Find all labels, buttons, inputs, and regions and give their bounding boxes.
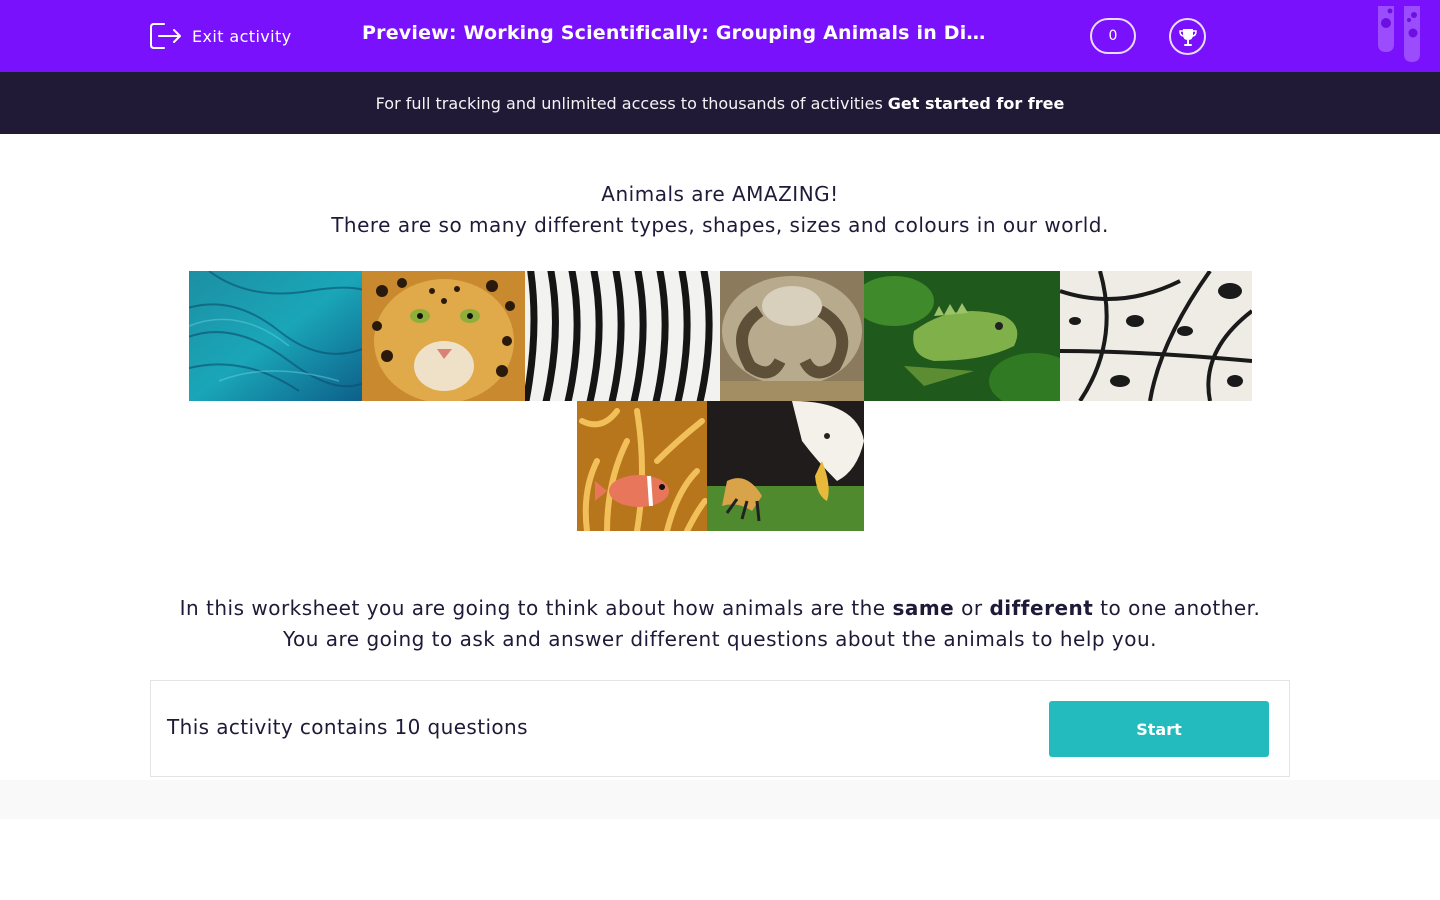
macaw-feathers-image [189, 271, 362, 401]
activity-title: Preview: Working Scientifically: Groupin… [362, 22, 992, 44]
zebra-stripes-image [525, 271, 720, 401]
promo-text: For full tracking and unlimited access t… [375, 93, 883, 113]
activity-start-card: This activity contains 10 questions Star… [150, 680, 1290, 777]
promo-banner: For full tracking and unlimited access t… [0, 72, 1440, 134]
intro-text: Animals are AMAZING! There are so many d… [0, 179, 1440, 241]
description-line-1: In this worksheet you are going to think… [0, 593, 1440, 624]
description-text-b: to one another. [1100, 596, 1261, 620]
score-counter: 0 [1090, 18, 1136, 54]
question-count-text: This activity contains 10 questions [167, 715, 528, 739]
butterfly-wing-image [1060, 271, 1252, 401]
footer-strip [0, 780, 1440, 819]
exit-activity-label: Exit activity [192, 26, 292, 46]
emphasis-different: different [989, 596, 1094, 620]
exit-activity-button[interactable]: Exit activity [148, 20, 292, 52]
exit-icon [150, 23, 181, 49]
trophy-icon [1178, 28, 1197, 46]
worksheet-description: In this worksheet you are going to think… [0, 593, 1440, 655]
get-started-link[interactable]: Get started for free [888, 94, 1065, 113]
clownfish-anemone-image [577, 401, 707, 531]
emphasis-same: same [892, 596, 955, 620]
description-line-2: You are going to ask and answer differen… [282, 627, 1158, 651]
start-button[interactable]: Start [1049, 701, 1269, 757]
description-text-or: or [961, 596, 983, 620]
green-iguana-image [864, 271, 1060, 401]
intro-line-2: There are so many different types, shape… [331, 213, 1109, 237]
ram-horns-image [720, 271, 864, 401]
trophy-button[interactable] [1169, 18, 1206, 55]
bald-eagle-image [707, 401, 864, 531]
top-bar: Exit activity Preview: Working Scientifi… [0, 0, 1440, 72]
test-tubes-icon [1378, 6, 1420, 62]
intro-line-1: Animals are AMAZING! [601, 182, 839, 206]
leopard-face-image [362, 271, 525, 401]
description-text-a: In this worksheet you are going to think… [179, 596, 886, 620]
